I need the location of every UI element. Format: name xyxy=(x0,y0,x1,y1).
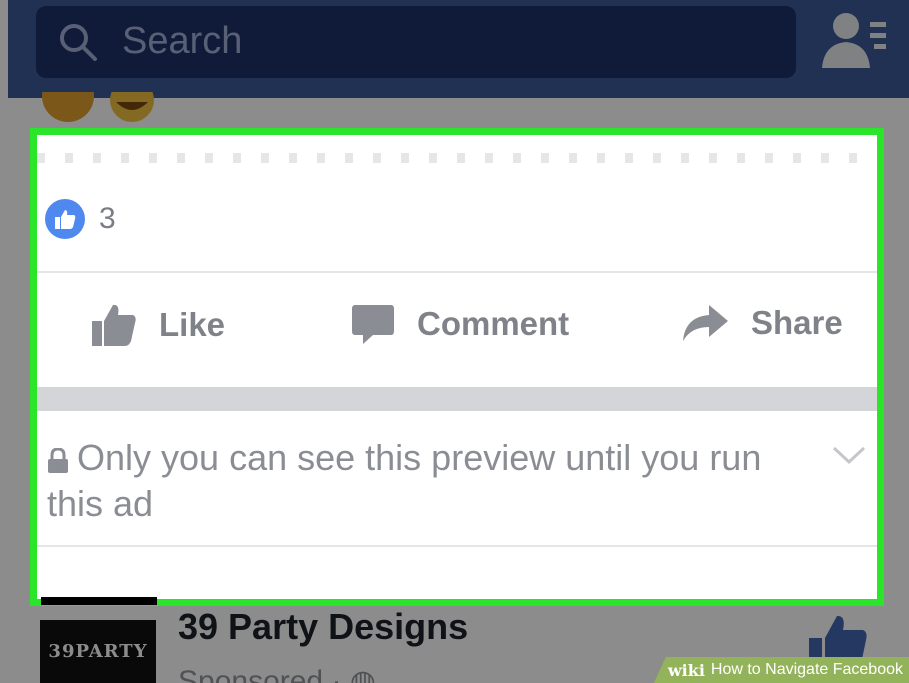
search-icon xyxy=(60,24,97,61)
privacy-notice: Only you can see this preview until you … xyxy=(47,435,827,527)
share-arrow-icon xyxy=(683,305,728,341)
privacy-text: Only you can see this preview until you … xyxy=(47,437,762,524)
divider xyxy=(37,545,877,547)
comment-button[interactable]: Comment xyxy=(351,303,569,345)
page-name[interactable]: 39 Party Designs xyxy=(178,606,468,648)
screenshot-frame: Search 3 Like Comment Share Only you can… xyxy=(0,0,909,683)
like-button[interactable]: Like xyxy=(91,303,225,347)
globe-icon: ◍ xyxy=(349,665,376,683)
search-placeholder: Search xyxy=(122,20,243,62)
search-box[interactable]: Search xyxy=(36,6,796,78)
watermark-brand: wiki xyxy=(667,660,705,680)
like-reaction-icon xyxy=(45,199,85,239)
image-preview-edge xyxy=(41,597,157,605)
divider xyxy=(37,271,877,273)
highlighted-post-card: 3 Like Comment Share Only you can see th… xyxy=(30,128,884,606)
reaction-count: 3 xyxy=(99,202,116,235)
image-edge-divider xyxy=(37,153,877,163)
page-logo[interactable]: 39PARTY xyxy=(40,620,156,683)
friend-requests-icon[interactable] xyxy=(820,10,890,70)
comment-bubble-icon xyxy=(352,305,394,344)
like-label: Like xyxy=(159,306,226,343)
section-separator xyxy=(37,387,877,411)
share-button[interactable]: Share xyxy=(681,303,843,343)
top-bar: Search xyxy=(8,0,909,98)
chevron-down-icon[interactable] xyxy=(831,443,867,467)
watermark: wiki How to Navigate Facebook xyxy=(653,657,909,683)
post-actions: Like Comment Share xyxy=(37,275,877,385)
comment-label: Comment xyxy=(417,305,570,342)
reaction-emoji-icon xyxy=(42,92,154,122)
share-label: Share xyxy=(751,304,843,341)
watermark-title: How to Navigate Facebook xyxy=(710,661,903,678)
reaction-summary[interactable]: 3 xyxy=(45,199,116,239)
sponsored-label: Sponsored · ◍ xyxy=(178,664,376,683)
lock-icon xyxy=(48,448,68,473)
thumbs-up-icon xyxy=(92,304,136,346)
